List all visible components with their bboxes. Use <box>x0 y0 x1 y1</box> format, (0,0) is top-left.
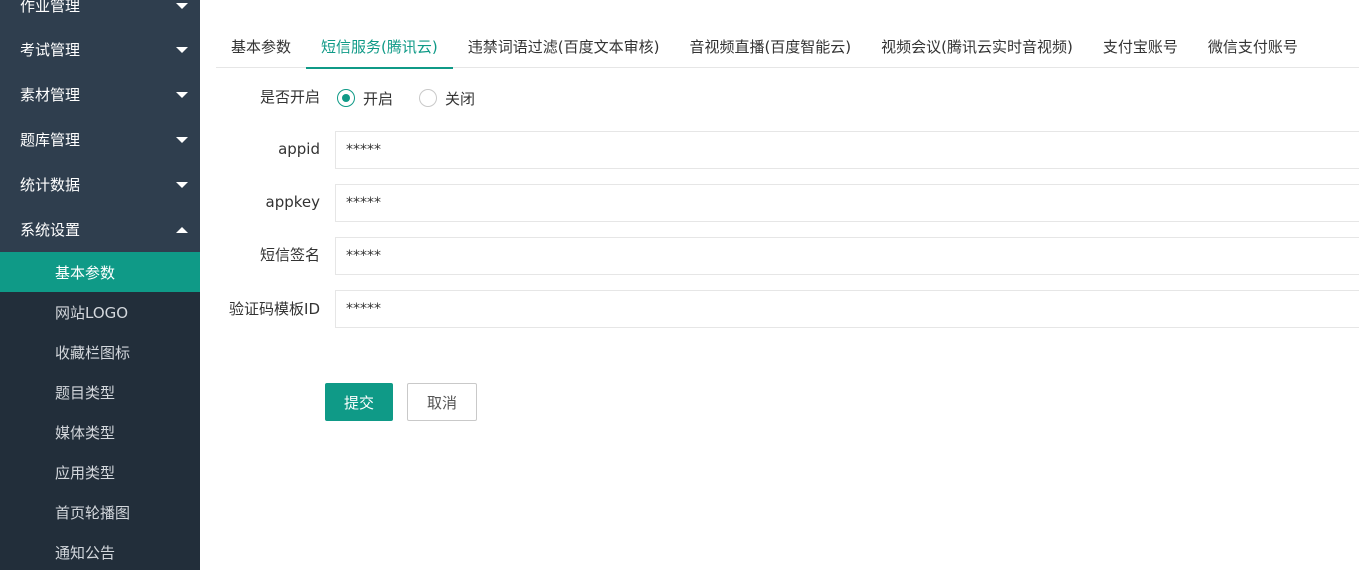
main-content: 基本参数 短信服务(腾讯云) 违禁词语过滤(百度文本审核) 音视频直播(百度智能… <box>200 0 1359 570</box>
nav-label: 考试管理 <box>20 41 81 59</box>
nav-label: 作业管理 <box>20 0 81 15</box>
chevron-up-icon <box>176 226 188 233</box>
radio-enable-label: 开启 <box>363 89 394 108</box>
tab-wechat-pay-account[interactable]: 微信支付账号 <box>1193 26 1313 68</box>
radio-disable-label: 关闭 <box>445 89 476 108</box>
chevron-down-icon <box>176 2 188 9</box>
tab-word-filter[interactable]: 违禁词语过滤(百度文本审核) <box>453 26 675 68</box>
appkey-input[interactable] <box>335 184 1359 222</box>
tab-basic-params[interactable]: 基本参数 <box>216 26 306 68</box>
sub-item-announcements[interactable]: 通知公告 <box>0 532 200 570</box>
sub-item-basic-params[interactable]: 基本参数 <box>0 252 200 292</box>
appid-input[interactable] <box>335 131 1359 169</box>
radio-unchecked-icon <box>419 89 438 107</box>
submit-button[interactable]: 提交 <box>325 383 393 421</box>
nav-label: 题库管理 <box>20 131 81 149</box>
enabled-label: 是否开启 <box>259 88 320 106</box>
tab-alipay-account[interactable]: 支付宝账号 <box>1088 26 1193 68</box>
sms-signature-label: 短信签名 <box>259 246 320 264</box>
chevron-down-icon <box>176 91 188 98</box>
sub-item-media-types[interactable]: 媒体类型 <box>0 412 200 452</box>
tab-live-streaming[interactable]: 音视频直播(百度智能云) <box>674 26 866 68</box>
nav-material[interactable]: 素材管理 <box>0 72 200 117</box>
radio-enable[interactable]: 开启 <box>337 88 393 109</box>
enabled-radio-group: 开启 关闭 <box>337 87 501 109</box>
sub-item-home-carousel[interactable]: 首页轮播图 <box>0 492 200 532</box>
nav-label: 系统设置 <box>20 221 81 239</box>
nav-homework[interactable]: 作业管理 <box>0 0 200 28</box>
system-settings-submenu: 基本参数 网站LOGO 收藏栏图标 题目类型 媒体类型 应用类型 首页轮播图 通… <box>0 252 200 570</box>
sidebar: 作业管理 考试管理 素材管理 题库管理 统计数据 系统设置 基本参数 网站LOG… <box>0 0 200 570</box>
chevron-down-icon <box>176 136 188 143</box>
template-id-label: 验证码模板ID <box>229 300 320 318</box>
sms-signature-input[interactable] <box>335 237 1359 275</box>
chevron-down-icon <box>176 181 188 188</box>
tab-sms-service[interactable]: 短信服务(腾讯云) <box>306 26 453 69</box>
sub-item-question-types[interactable]: 题目类型 <box>0 372 200 412</box>
radio-checked-icon <box>337 89 355 107</box>
nav-exam[interactable]: 考试管理 <box>0 27 200 72</box>
nav-question-bank[interactable]: 题库管理 <box>0 117 200 162</box>
tab-video-conference[interactable]: 视频会议(腾讯云实时音视频) <box>866 26 1088 68</box>
nav-statistics[interactable]: 统计数据 <box>0 162 200 207</box>
appkey-label: appkey <box>265 193 321 211</box>
chevron-down-icon <box>176 46 188 53</box>
nav-label: 素材管理 <box>20 86 81 104</box>
sub-item-app-types[interactable]: 应用类型 <box>0 452 200 492</box>
appid-label: appid <box>278 140 320 158</box>
template-id-input[interactable] <box>335 290 1359 328</box>
nav-label: 统计数据 <box>20 176 81 194</box>
sub-item-favicon[interactable]: 收藏栏图标 <box>0 332 200 372</box>
radio-disable[interactable]: 关闭 <box>419 88 475 109</box>
cancel-button[interactable]: 取消 <box>407 383 477 421</box>
settings-tabs: 基本参数 短信服务(腾讯云) 违禁词语过滤(百度文本审核) 音视频直播(百度智能… <box>216 26 1359 69</box>
nav-system-settings[interactable]: 系统设置 <box>0 207 200 252</box>
sub-item-site-logo[interactable]: 网站LOGO <box>0 292 200 332</box>
